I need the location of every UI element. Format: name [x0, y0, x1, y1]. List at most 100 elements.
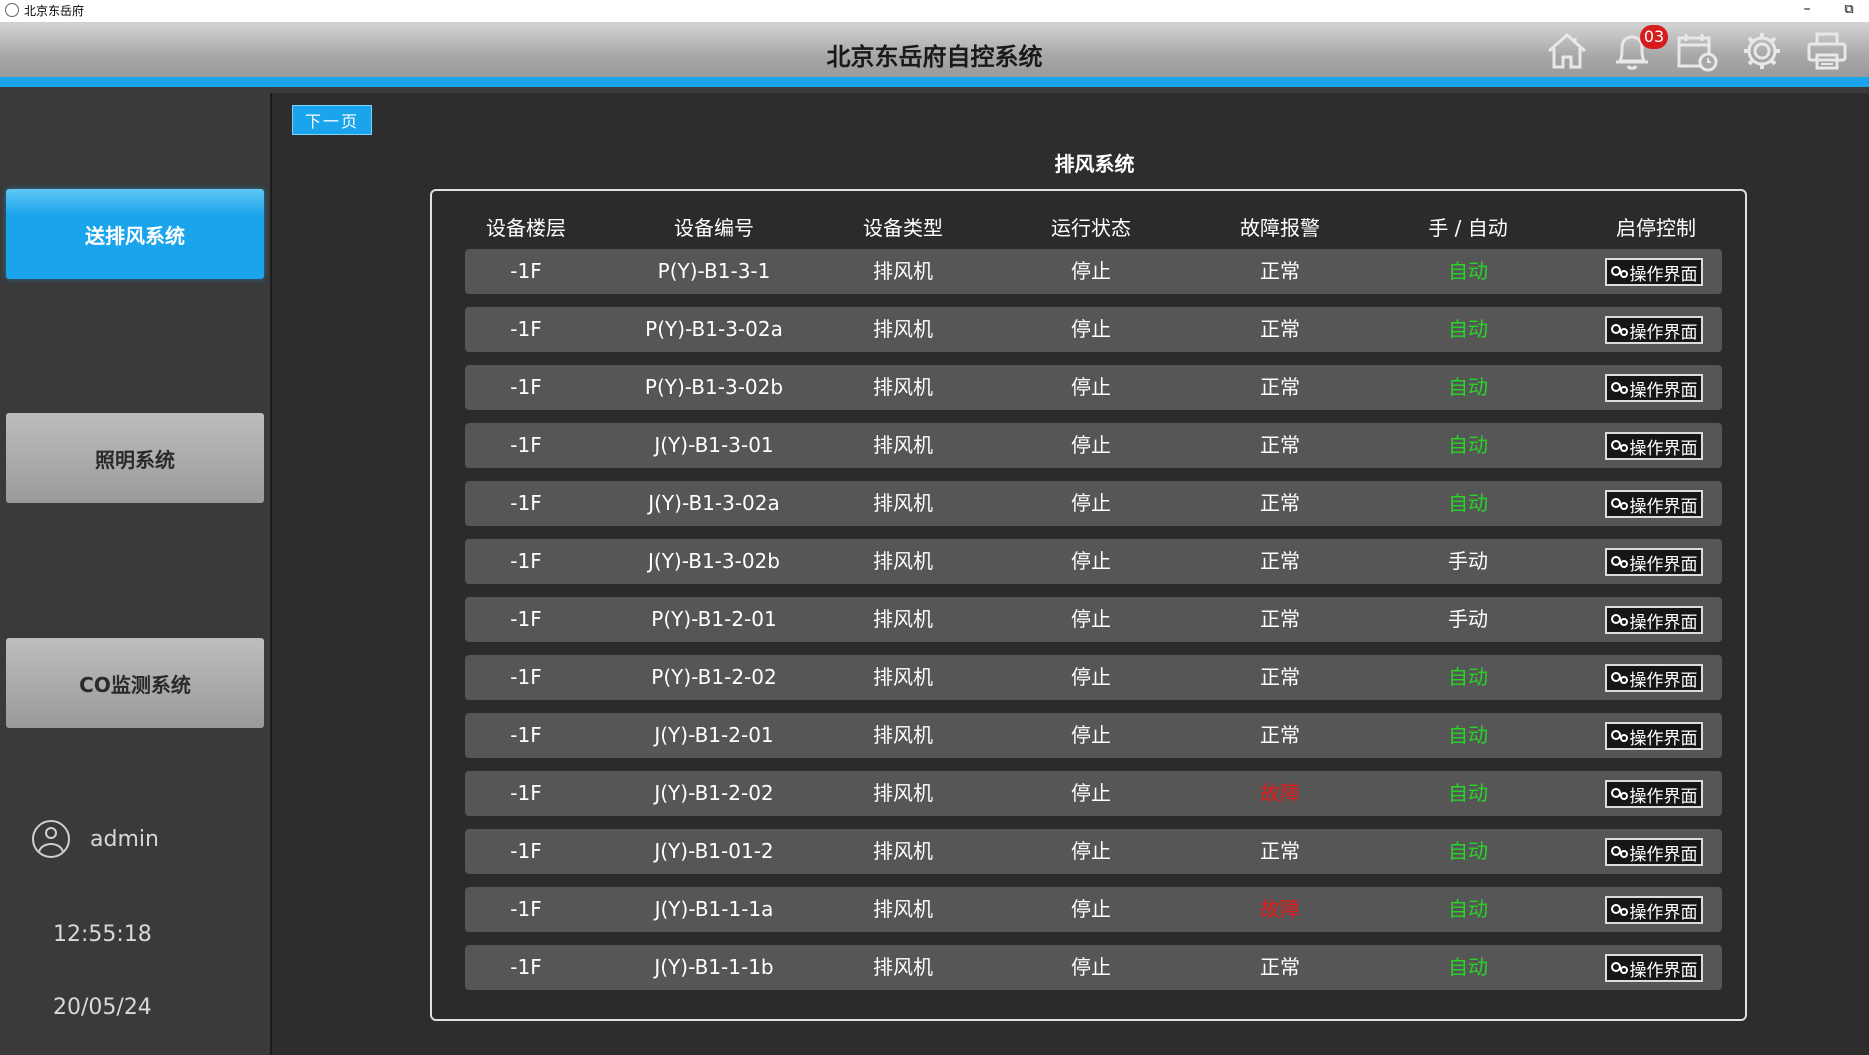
operation-panel-button[interactable]: 操作界面	[1605, 954, 1703, 982]
operation-panel-button[interactable]: 操作界面	[1605, 374, 1703, 402]
cell-code: P(Y)-B1-3-1	[657, 259, 771, 283]
table-row: -1F J(Y)-B1-1-1a 排风机 停止 故障 自动 操作界面	[465, 887, 1722, 932]
gears-icon	[1610, 613, 1629, 627]
operation-panel-button[interactable]: 操作界面	[1605, 490, 1703, 518]
operation-panel-button[interactable]: 操作界面	[1605, 664, 1703, 692]
table-row: -1F J(Y)-B1-3-02a 排风机 停止 正常 自动 操作界面	[465, 481, 1722, 526]
sidebar-item-lighting[interactable]: 照明系统	[6, 413, 264, 503]
cell-mode: 自动	[1448, 665, 1488, 689]
cell-floor: -1F	[510, 433, 542, 457]
cell-floor: -1F	[510, 897, 542, 921]
cell-run-status: 停止	[1071, 897, 1111, 921]
operation-panel-label: 操作界面	[1629, 380, 1698, 401]
cell-run-status: 停止	[1071, 375, 1111, 399]
cell-alarm: 正常	[1260, 839, 1300, 863]
next-page-button[interactable]: 下一页	[292, 105, 372, 135]
gears-icon	[1610, 497, 1629, 511]
cell-run-status: 停止	[1071, 781, 1111, 805]
cell-mode: 自动	[1448, 433, 1488, 457]
cell-code: J(Y)-B1-01-2	[654, 839, 774, 863]
restore-button[interactable]: ⧉	[1839, 2, 1859, 17]
gears-icon	[1610, 555, 1629, 569]
operation-panel-button[interactable]: 操作界面	[1605, 780, 1703, 808]
gears-icon	[1610, 671, 1629, 685]
operation-panel-button[interactable]: 操作界面	[1605, 316, 1703, 344]
printer-icon[interactable]	[1805, 29, 1849, 73]
operation-panel-label: 操作界面	[1629, 844, 1698, 865]
home-icon[interactable]	[1545, 29, 1589, 73]
cell-alarm: 正常	[1260, 549, 1300, 573]
cell-run-status: 停止	[1071, 259, 1111, 283]
cell-run-status: 停止	[1071, 839, 1111, 863]
cell-code: P(Y)-B1-2-01	[651, 607, 777, 631]
operation-panel-label: 操作界面	[1629, 728, 1698, 749]
username: admin	[90, 826, 159, 852]
cell-code: J(Y)-B1-1-1b	[654, 955, 774, 979]
cell-mode: 自动	[1448, 897, 1488, 921]
gear-icon[interactable]	[1740, 29, 1784, 73]
operation-panel-button[interactable]: 操作界面	[1605, 722, 1703, 750]
cell-floor: -1F	[510, 781, 542, 805]
gears-icon	[1610, 439, 1629, 453]
cell-type: 排风机	[873, 781, 933, 805]
gears-icon	[1610, 845, 1629, 859]
user-avatar-icon	[32, 820, 70, 858]
operation-panel-label: 操作界面	[1629, 264, 1698, 285]
cell-type: 排风机	[873, 491, 933, 515]
sidebar-item-co-monitoring[interactable]: CO监测系统	[6, 638, 264, 728]
table-row: -1F P(Y)-B1-2-01 排风机 停止 正常 手动 操作界面	[465, 597, 1722, 642]
operation-panel-label: 操作界面	[1629, 670, 1698, 691]
cell-mode: 自动	[1448, 375, 1488, 399]
column-header-floor: 设备楼层	[486, 216, 566, 240]
column-header-control: 启停控制	[1616, 216, 1696, 240]
cell-mode: 手动	[1448, 549, 1488, 573]
operation-panel-button[interactable]: 操作界面	[1605, 432, 1703, 460]
cell-alarm: 正常	[1260, 607, 1300, 631]
cell-floor: -1F	[510, 491, 542, 515]
minimize-button[interactable]: –	[1797, 1, 1817, 17]
operation-panel-label: 操作界面	[1629, 496, 1698, 517]
current-date: 20/05/24	[53, 995, 152, 1020]
operation-panel-button[interactable]: 操作界面	[1605, 606, 1703, 634]
cell-floor: -1F	[510, 549, 542, 573]
cell-mode: 自动	[1448, 839, 1488, 863]
cell-alarm: 正常	[1260, 317, 1300, 341]
operation-panel-label: 操作界面	[1629, 612, 1698, 633]
cell-run-status: 停止	[1071, 665, 1111, 689]
calendar-clock-icon[interactable]	[1675, 29, 1719, 73]
operation-panel-label: 操作界面	[1629, 786, 1698, 807]
gears-icon	[1610, 323, 1629, 337]
cell-floor: -1F	[510, 723, 542, 747]
cell-mode: 自动	[1448, 259, 1488, 283]
operation-panel-button[interactable]: 操作界面	[1605, 896, 1703, 924]
cell-code: P(Y)-B1-3-02a	[645, 317, 783, 341]
sidebar-item-ventilation[interactable]: 送排风系统	[6, 189, 264, 279]
panel-title: 排风系统	[1054, 152, 1135, 176]
cell-floor: -1F	[510, 317, 542, 341]
current-time: 12:55:18	[53, 922, 152, 947]
table-row: -1F P(Y)-B1-3-02a 排风机 停止 正常 自动 操作界面	[465, 307, 1722, 352]
operation-panel-button[interactable]: 操作界面	[1605, 548, 1703, 576]
gears-icon	[1610, 381, 1629, 395]
cell-mode: 自动	[1448, 781, 1488, 805]
cell-floor: -1F	[510, 839, 542, 863]
user-info: admin	[32, 820, 159, 858]
cell-alarm: 正常	[1260, 433, 1300, 457]
cell-type: 排风机	[873, 723, 933, 747]
operation-panel-button[interactable]: 操作界面	[1605, 258, 1703, 286]
cell-run-status: 停止	[1071, 607, 1111, 631]
cell-type: 排风机	[873, 839, 933, 863]
cell-code: J(Y)-B1-3-02b	[648, 549, 780, 573]
header-accent-bar	[0, 77, 1869, 87]
gears-icon	[1610, 729, 1629, 743]
cell-alarm: 故障	[1260, 781, 1300, 805]
cell-alarm: 正常	[1260, 375, 1300, 399]
cell-type: 排风机	[873, 259, 933, 283]
table-row: -1F J(Y)-B1-2-01 排风机 停止 正常 自动 操作界面	[465, 713, 1722, 758]
cell-mode: 自动	[1448, 723, 1488, 747]
table-row: -1F P(Y)-B1-3-02b 排风机 停止 正常 自动 操作界面	[465, 365, 1722, 410]
operation-panel-button[interactable]: 操作界面	[1605, 838, 1703, 866]
cell-mode: 自动	[1448, 317, 1488, 341]
cell-floor: -1F	[510, 955, 542, 979]
operation-panel-label: 操作界面	[1629, 438, 1698, 459]
